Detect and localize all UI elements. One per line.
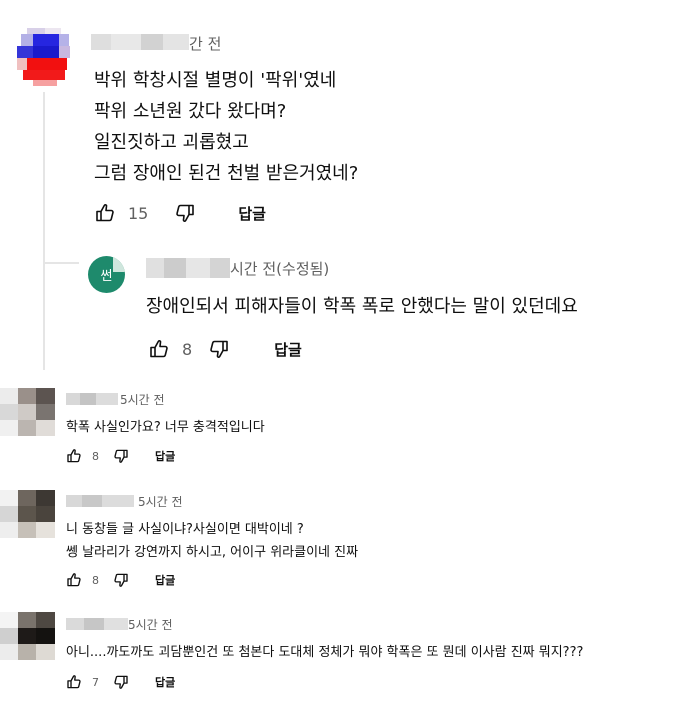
like-count: 8 [92,449,99,463]
thumb-down-icon[interactable] [206,336,232,362]
comment-text-line: 장애인되서 피해자들이 학폭 폭로 안했다는 말이 있던데요 [146,296,578,317]
thread-line [43,92,45,370]
avatar[interactable] [0,612,55,660]
reply-button[interactable]: 답글 [155,448,175,464]
comment-text-line: 팍위 소년원 갔다 왔다며? [94,101,287,122]
avatar[interactable] [0,388,55,436]
timestamp: 5시간 전 [138,495,183,509]
timestamp: 5시간 전 [128,618,173,632]
timestamp: 시간 전(수정됨) [230,260,330,278]
comment-text-line: 니 동창들 글 사실이냐?사실이면 대박이네 ? [66,522,304,537]
like-count: 8 [92,573,99,587]
comment-actions: 15 답글 [92,199,266,227]
thumb-down-icon[interactable] [111,570,131,590]
avatar-initial: 썬 [100,269,113,284]
author-name[interactable] [66,393,118,405]
comment-actions: 8 답글 [64,446,175,466]
author-name[interactable] [66,618,128,630]
comment-text-line: 일진짓하고 괴롭혔고 [94,132,249,153]
like-count: 7 [92,675,99,689]
comment-text-line: 그럼 장애인 된건 천벌 받은거였네? [94,163,359,184]
thumb-up-icon[interactable] [64,672,84,692]
timestamp: 간 전 [189,35,222,53]
comment-text-line: 박위 학창시절 별명이 '팍위'였네 [94,70,337,91]
thumb-up-icon[interactable] [64,570,84,590]
comment-actions: 8 답글 [146,335,302,363]
comment-text-line: 아니....까도까도 괴담뿐인건 또 첨본다 도대체 정체가 뭐야 학폭은 또 … [66,645,584,660]
avatar[interactable]: 썬 [88,256,125,293]
thumb-up-icon[interactable] [146,336,172,362]
reply-button[interactable]: 답글 [155,674,175,690]
like-count: 8 [182,339,193,359]
like-count: 15 [128,203,149,223]
reply-button[interactable]: 답글 [274,339,302,360]
author-name[interactable] [146,258,230,278]
comment-actions: 8 답글 [64,570,175,590]
comment-text-line: 쎙 날라리가 강연까지 하시고, 어이구 위라클이네 진짜 [66,545,359,560]
reply-button[interactable]: 답글 [238,203,266,224]
comment-text-line: 학폭 사실인가요? 너무 충격적입니다 [66,420,265,435]
reply-button[interactable]: 답글 [155,572,175,588]
thumb-up-icon[interactable] [64,446,84,466]
author-name[interactable] [91,34,189,50]
thumb-up-icon[interactable] [92,200,118,226]
author-name[interactable] [66,495,134,507]
avatar[interactable] [0,490,55,538]
thumb-down-icon[interactable] [172,200,198,226]
avatar[interactable] [17,28,70,86]
timestamp: 5시간 전 [120,393,165,407]
comment-actions: 7 답글 [64,672,175,692]
thread-branch [45,262,79,264]
thumb-down-icon[interactable] [111,672,131,692]
thumb-down-icon[interactable] [111,446,131,466]
